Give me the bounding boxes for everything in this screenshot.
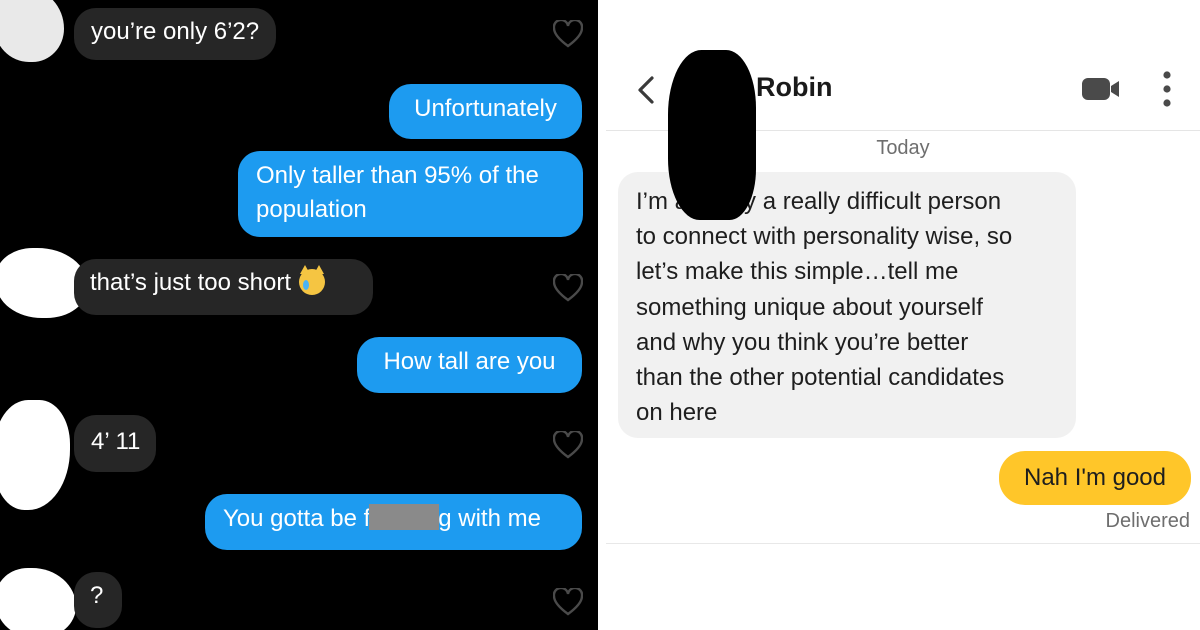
message-line: to connect with personality wise, so bbox=[636, 223, 1013, 251]
contact-avatar[interactable] bbox=[0, 568, 76, 630]
message-line: and why you think you’re better bbox=[636, 328, 969, 356]
message-text-after: g with me bbox=[438, 505, 541, 532]
contact-name[interactable]: Robin bbox=[756, 72, 832, 103]
contact-avatar[interactable] bbox=[0, 400, 70, 510]
message-line: something unique about yourself bbox=[636, 293, 983, 321]
chat-header: Robin bbox=[606, 48, 1200, 220]
message-text: 4’ 11 bbox=[91, 428, 141, 455]
message-text: ? bbox=[90, 582, 104, 609]
right-chat-panel: Robin Today I’m actually a really diffic… bbox=[606, 0, 1200, 630]
like-heart-icon[interactable] bbox=[553, 588, 583, 616]
more-options-icon[interactable] bbox=[1160, 70, 1174, 108]
back-chevron-icon[interactable] bbox=[634, 75, 658, 105]
panel-divider bbox=[598, 0, 606, 630]
message-line: on here bbox=[636, 399, 718, 427]
message-incoming: ? bbox=[74, 572, 122, 628]
like-heart-icon[interactable] bbox=[553, 20, 583, 48]
message-line: let’s make this simple…tell me bbox=[636, 258, 959, 286]
contact-photo[interactable] bbox=[668, 50, 756, 220]
message-text-before: You gotta be f bbox=[223, 505, 371, 532]
delivery-status: Delivered bbox=[1105, 510, 1190, 532]
crying-cat-emoji bbox=[299, 265, 325, 295]
message-incoming: 4’ 11 bbox=[74, 415, 156, 472]
message-text: Unfortunately bbox=[414, 95, 557, 122]
message-outgoing: Nah I'm good bbox=[999, 451, 1191, 505]
message-text: you’re only 6’2? bbox=[91, 18, 260, 45]
like-heart-icon[interactable] bbox=[553, 274, 583, 302]
message-incoming: you’re only 6’2? bbox=[74, 8, 277, 60]
message-text: that’s just too short bbox=[90, 269, 291, 296]
message-outgoing: Only taller than 95% of the population bbox=[238, 151, 583, 237]
contact-avatar[interactable] bbox=[0, 0, 64, 62]
message-line: than the other potential candidates bbox=[636, 364, 1005, 392]
message-incoming: that’s just too short bbox=[74, 259, 373, 315]
video-call-icon[interactable] bbox=[1082, 76, 1120, 102]
message-text: How tall are you bbox=[383, 348, 556, 375]
left-chat-panel: you’re only 6’2? Unfortunately Only tall… bbox=[0, 0, 598, 630]
censor-bar bbox=[369, 504, 440, 530]
message-text: Only taller than 95% of the population bbox=[256, 162, 539, 223]
message-outgoing: You gotta be f g with me bbox=[205, 494, 582, 550]
message-text: Nah I'm good bbox=[1024, 464, 1166, 491]
message-outgoing: Unfortunately bbox=[389, 84, 582, 139]
message-outgoing: How tall are you bbox=[357, 337, 582, 393]
like-heart-icon[interactable] bbox=[553, 431, 583, 459]
footer-divider bbox=[606, 543, 1200, 544]
